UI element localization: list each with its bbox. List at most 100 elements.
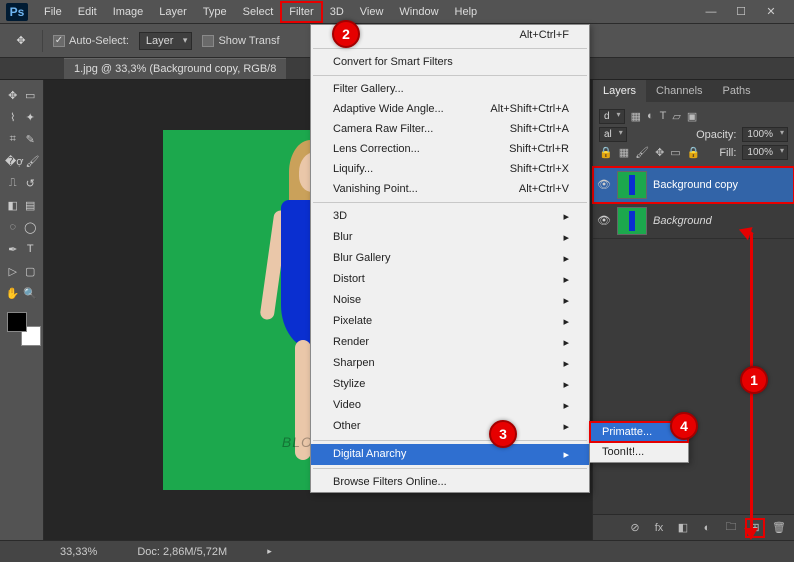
healing-brush-tool[interactable]: �ợ — [5, 151, 24, 171]
layer-group-icon[interactable]: 🗀 — [724, 521, 738, 535]
menu-item-adaptive-wide-angle[interactable]: Adaptive Wide Angle...Alt+Shift+Ctrl+A — [311, 99, 589, 119]
menu-help[interactable]: Help — [447, 2, 486, 22]
filter-adjustment-icon[interactable]: ◐ — [647, 110, 654, 123]
lock-transparent-icon[interactable]: ▦ — [619, 146, 629, 159]
zoom-tool[interactable]: 🔍 — [23, 283, 39, 303]
tab-paths[interactable]: Paths — [713, 80, 761, 102]
color-swatches[interactable] — [7, 312, 41, 346]
blur-tool[interactable]: ◌ — [5, 217, 21, 237]
delete-layer-icon[interactable]: 🗑 — [772, 521, 786, 535]
menu-item-digital-anarchy[interactable]: Digital Anarchy — [311, 444, 589, 465]
menu-3d[interactable]: 3D — [322, 2, 352, 22]
foreground-color-swatch[interactable] — [7, 312, 27, 332]
hand-tool[interactable]: ✋ — [5, 283, 21, 303]
eraser-tool[interactable]: ◧ — [5, 195, 21, 215]
close-button[interactable]: ✕ — [756, 3, 786, 21]
menu-item-sharpen[interactable]: Sharpen — [311, 353, 589, 374]
layers-panel-options: d ▦ ◐ T ▱ ▣ al Opacity: 100% 🔒 ▦ 🖌 — [593, 102, 794, 167]
artboard-tool[interactable]: ▭ — [23, 85, 39, 105]
menu-item-noise[interactable]: Noise — [311, 290, 589, 311]
callout-3: 3 — [489, 420, 517, 448]
visibility-icon[interactable]: 👁 — [597, 178, 611, 192]
magic-wand-tool[interactable]: ✦ — [23, 107, 39, 127]
show-transform-checkbox[interactable]: Show Transf — [202, 35, 279, 47]
auto-select-target-dropdown[interactable]: Layer — [139, 32, 193, 50]
menu-layer[interactable]: Layer — [151, 2, 195, 22]
menu-item-liquify[interactable]: Liquify...Shift+Ctrl+X — [311, 159, 589, 179]
menu-item-lens-correction[interactable]: Lens Correction...Shift+Ctrl+R — [311, 139, 589, 159]
menu-item-other[interactable]: Other — [311, 416, 589, 437]
lock-all-icon[interactable]: 🔒 — [687, 146, 701, 159]
menu-item-browse-filters-online[interactable]: Browse Filters Online... — [311, 472, 589, 492]
opacity-value[interactable]: 100% — [742, 127, 788, 142]
doc-size[interactable]: Doc: 2,86M/5,72M — [137, 546, 227, 558]
restore-button[interactable]: ☐ — [726, 3, 756, 21]
menu-item-stylize[interactable]: Stylize — [311, 374, 589, 395]
layer-name[interactable]: Background — [653, 215, 712, 227]
menu-item-camera-raw-filter[interactable]: Camera Raw Filter...Shift+Ctrl+A — [311, 119, 589, 139]
menu-type[interactable]: Type — [195, 2, 235, 22]
menu-view[interactable]: View — [352, 2, 392, 22]
gradient-tool[interactable]: ▤ — [23, 195, 39, 215]
clone-stamp-tool[interactable]: ⎍ — [5, 173, 21, 193]
layers-panel-bottom: ⊘ fx ◧ ◐ 🗀 ⊞ 🗑 — [593, 514, 794, 540]
lock-image-icon[interactable]: 🖌 — [635, 146, 649, 159]
fill-label: Fill: — [719, 147, 736, 159]
menu-item-vanishing-point[interactable]: Vanishing Point...Alt+Ctrl+V — [311, 179, 589, 199]
blend-mode-dropdown[interactable]: al — [599, 127, 627, 142]
pen-tool[interactable]: ✒ — [5, 239, 21, 259]
tab-channels[interactable]: Channels — [646, 80, 712, 102]
filter-type-icon[interactable]: T — [660, 110, 667, 123]
menu-select[interactable]: Select — [235, 2, 282, 22]
lock-position-icon[interactable]: ✥ — [655, 146, 664, 159]
menu-filter[interactable]: Filter — [281, 2, 321, 22]
layer-row[interactable]: 👁 Background copy — [593, 167, 794, 203]
layer-thumbnail[interactable] — [617, 171, 647, 199]
menu-item-blur-gallery[interactable]: Blur Gallery — [311, 248, 589, 269]
brush-tool[interactable]: 🖌 — [26, 151, 40, 171]
layer-mask-icon[interactable]: ◧ — [676, 521, 690, 535]
lock-artboard-icon[interactable]: ▭ — [670, 146, 680, 159]
fill-value[interactable]: 100% — [742, 145, 788, 160]
path-selection-tool[interactable]: ▷ — [5, 261, 21, 281]
layer-row[interactable]: 👁 Background — [593, 203, 794, 239]
menu-item-render[interactable]: Render — [311, 332, 589, 353]
visibility-icon[interactable]: 👁 — [597, 214, 611, 228]
menubar: Ps FileEditImageLayerTypeSelectFilter3DV… — [0, 0, 794, 24]
move-tool[interactable]: ✥ — [5, 85, 21, 105]
adjustment-layer-icon[interactable]: ◐ — [700, 521, 714, 535]
layer-kind-filter[interactable]: d — [599, 109, 625, 124]
zoom-level[interactable]: 33,33% — [60, 546, 97, 558]
minimize-button[interactable]: — — [696, 3, 726, 21]
menu-item-distort[interactable]: Distort — [311, 269, 589, 290]
type-tool[interactable]: T — [23, 239, 39, 259]
crop-tool[interactable]: ⌗ — [5, 129, 21, 149]
menu-item-3d[interactable]: 3D — [311, 206, 589, 227]
menu-item-pixelate[interactable]: Pixelate — [311, 311, 589, 332]
layer-thumbnail[interactable] — [617, 207, 647, 235]
eyedropper-tool[interactable]: ✎ — [23, 129, 39, 149]
filter-smart-icon[interactable]: ▣ — [687, 110, 697, 123]
layers-panel-tabs: Layers Channels Paths — [593, 80, 794, 102]
menu-window[interactable]: Window — [391, 2, 446, 22]
menu-item-blur[interactable]: Blur — [311, 227, 589, 248]
menu-file[interactable]: File — [36, 2, 70, 22]
menu-edit[interactable]: Edit — [70, 2, 105, 22]
filter-shape-icon[interactable]: ▱ — [672, 110, 680, 123]
auto-select-checkbox[interactable]: Auto-Select: — [53, 35, 129, 47]
rectangle-tool[interactable]: ▢ — [23, 261, 39, 281]
link-layers-icon[interactable]: ⊘ — [628, 521, 642, 535]
menu-item-convert-for-smart-filters[interactable]: Convert for Smart Filters — [311, 52, 589, 72]
history-brush-tool[interactable]: ↺ — [23, 173, 39, 193]
menu-item-toonit[interactable]: ToonIt!... — [590, 442, 688, 462]
lasso-tool[interactable]: ⌇ — [5, 107, 21, 127]
tab-layers[interactable]: Layers — [593, 80, 646, 102]
document-tab[interactable]: 1.jpg @ 33,3% (Background copy, RGB/8 — [64, 58, 286, 79]
menu-image[interactable]: Image — [105, 2, 152, 22]
menu-item-filter-gallery[interactable]: Filter Gallery... — [311, 79, 589, 99]
dodge-tool[interactable]: ◯ — [23, 217, 39, 237]
layer-name[interactable]: Background copy — [653, 179, 738, 191]
menu-item-video[interactable]: Video — [311, 395, 589, 416]
filter-pixel-icon[interactable]: ▦ — [631, 110, 641, 123]
layer-style-icon[interactable]: fx — [652, 521, 666, 535]
